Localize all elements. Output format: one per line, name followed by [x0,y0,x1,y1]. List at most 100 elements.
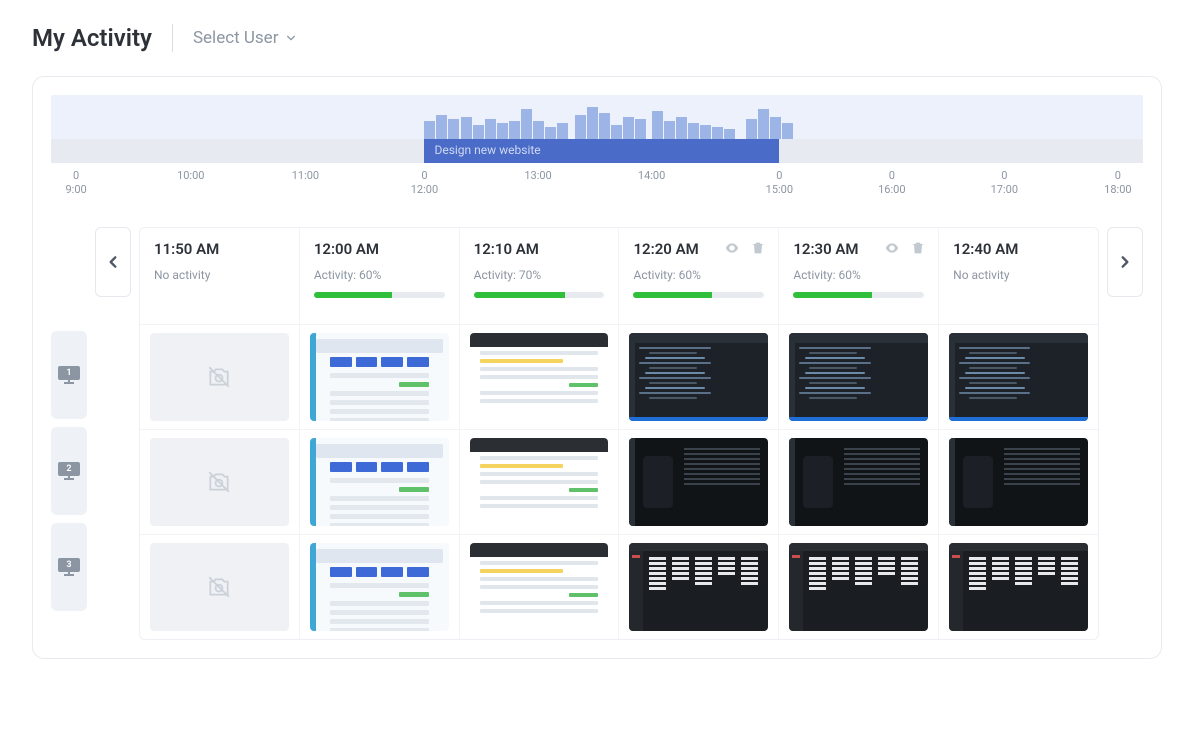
timeline-bar [521,109,532,139]
screenshot-thumb[interactable] [949,543,1088,631]
screenshot-thumb[interactable] [789,438,928,526]
monitor-badges: 1 2 3 [51,227,87,640]
timeline-task-label: Design new website [434,143,540,157]
screenshot-thumb[interactable] [470,438,609,526]
screenshot-thumb[interactable] [789,543,928,631]
timeline-bar [688,123,699,139]
chevron-right-icon [1118,255,1132,269]
eye-icon[interactable] [724,240,740,256]
tick-time: 17:00 [991,183,1018,197]
monitor-icon: 1 [58,366,80,384]
tick-count: 0 [766,169,793,183]
screenshot-thumb[interactable] [310,333,449,421]
timeline-bar [758,109,769,139]
timeline-bar [770,117,781,139]
screenshot-empty [150,333,289,421]
tick-time: 10:00 [177,169,204,183]
activity-label: Activity: 60% [793,268,924,282]
tick-count: 0 [1104,169,1131,183]
trash-icon[interactable] [910,240,926,256]
screenshot-cell [779,430,939,534]
timeline-tick: 018:00 [1104,169,1131,198]
screenshot-cell [779,325,939,429]
tick-time: 14:00 [638,169,665,183]
divider [172,24,173,52]
timeline-bar [724,129,735,139]
monitor-badge-3[interactable]: 3 [51,523,87,611]
time-slot-header: 12:10 AMActivity: 70% [460,228,620,324]
activity-progress [793,292,924,298]
time-label: 12:40 AM [953,240,1084,258]
timeline-bar [611,125,622,139]
timeline-bar [700,125,711,139]
timeline-tick: 10:00 [177,169,204,183]
chevron-left-icon [106,255,120,269]
timeline-bar [557,123,568,139]
timeline-task[interactable]: Design new website [424,139,779,163]
timeline-bar [635,119,646,139]
timeline-tick: 016:00 [878,169,905,198]
screenshot-cell [619,430,779,534]
next-button[interactable] [1107,227,1143,297]
screenshot-thumb[interactable] [949,438,1088,526]
timeline-bar [652,111,663,139]
screenshot-empty [150,543,289,631]
timeline-tick: 13:00 [524,169,551,183]
screenshot-thumb[interactable] [789,333,928,421]
time-label: 11:50 AM [154,240,285,258]
timeline-tick: 017:00 [991,169,1018,198]
screenshot-cell [779,535,939,639]
screenshot-cell [300,325,460,429]
tick-time: 18:00 [1104,183,1131,197]
timeline-bar [712,127,723,139]
activity-progress [633,292,764,298]
time-label: 12:10 AM [474,240,605,258]
timeline[interactable]: Design new website 09:0010:0011:00012:00… [51,95,1143,199]
screenshot-cell [619,325,779,429]
timeline-tick: 012:00 [411,169,438,198]
monitor-icon: 2 [58,462,80,480]
timeline-bar [448,119,459,139]
no-camera-icon [206,469,232,495]
timeline-scale: 09:0010:0011:00012:0013:0014:00015:00016… [51,169,1143,199]
tick-time: 11:00 [292,169,319,183]
screenshot-cell [300,535,460,639]
screenshot-grid: 11:50 AMNo activity12:00 AMActivity: 60%… [139,227,1099,640]
screenshot-thumb[interactable] [470,543,609,631]
tick-time: 15:00 [766,183,793,197]
screenshot-row [140,535,1098,639]
timeline-bar [623,117,634,139]
time-label: 12:00 AM [314,240,445,258]
timeline-bar [436,115,447,139]
timeline-bar [533,121,544,139]
eye-icon[interactable] [884,240,900,256]
time-slot-header: 12:00 AMActivity: 60% [300,228,460,324]
select-user-dropdown[interactable]: Select User [193,28,297,48]
timeline-bar [509,121,520,139]
screenshot-thumb[interactable] [470,333,609,421]
screenshot-thumb[interactable] [629,333,768,421]
screenshot-row [140,430,1098,535]
screenshot-thumb[interactable] [949,333,1088,421]
monitor-badge-1[interactable]: 1 [51,331,87,419]
timeline-bar [587,107,598,139]
screenshot-cell [300,430,460,534]
screenshot-cell [939,430,1098,534]
time-slot-header: 12:30 AMActivity: 60% [779,228,939,324]
prev-button[interactable] [95,227,131,297]
timeline-bar [746,119,757,139]
activity-panel: Design new website 09:0010:0011:00012:00… [32,76,1162,659]
screenshot-cell [140,430,300,534]
trash-icon[interactable] [750,240,766,256]
time-slot-header: 11:50 AMNo activity [140,228,300,324]
monitor-badge-2[interactable]: 2 [51,427,87,515]
screenshot-cell [460,325,620,429]
screenshot-thumb[interactable] [310,543,449,631]
screenshot-thumb[interactable] [629,438,768,526]
screenshot-thumb[interactable] [310,438,449,526]
timeline-tick: 14:00 [638,169,665,183]
timeline-bar [676,117,687,139]
screenshot-cell [619,535,779,639]
timeline-bar [485,119,496,139]
screenshot-thumb[interactable] [629,543,768,631]
